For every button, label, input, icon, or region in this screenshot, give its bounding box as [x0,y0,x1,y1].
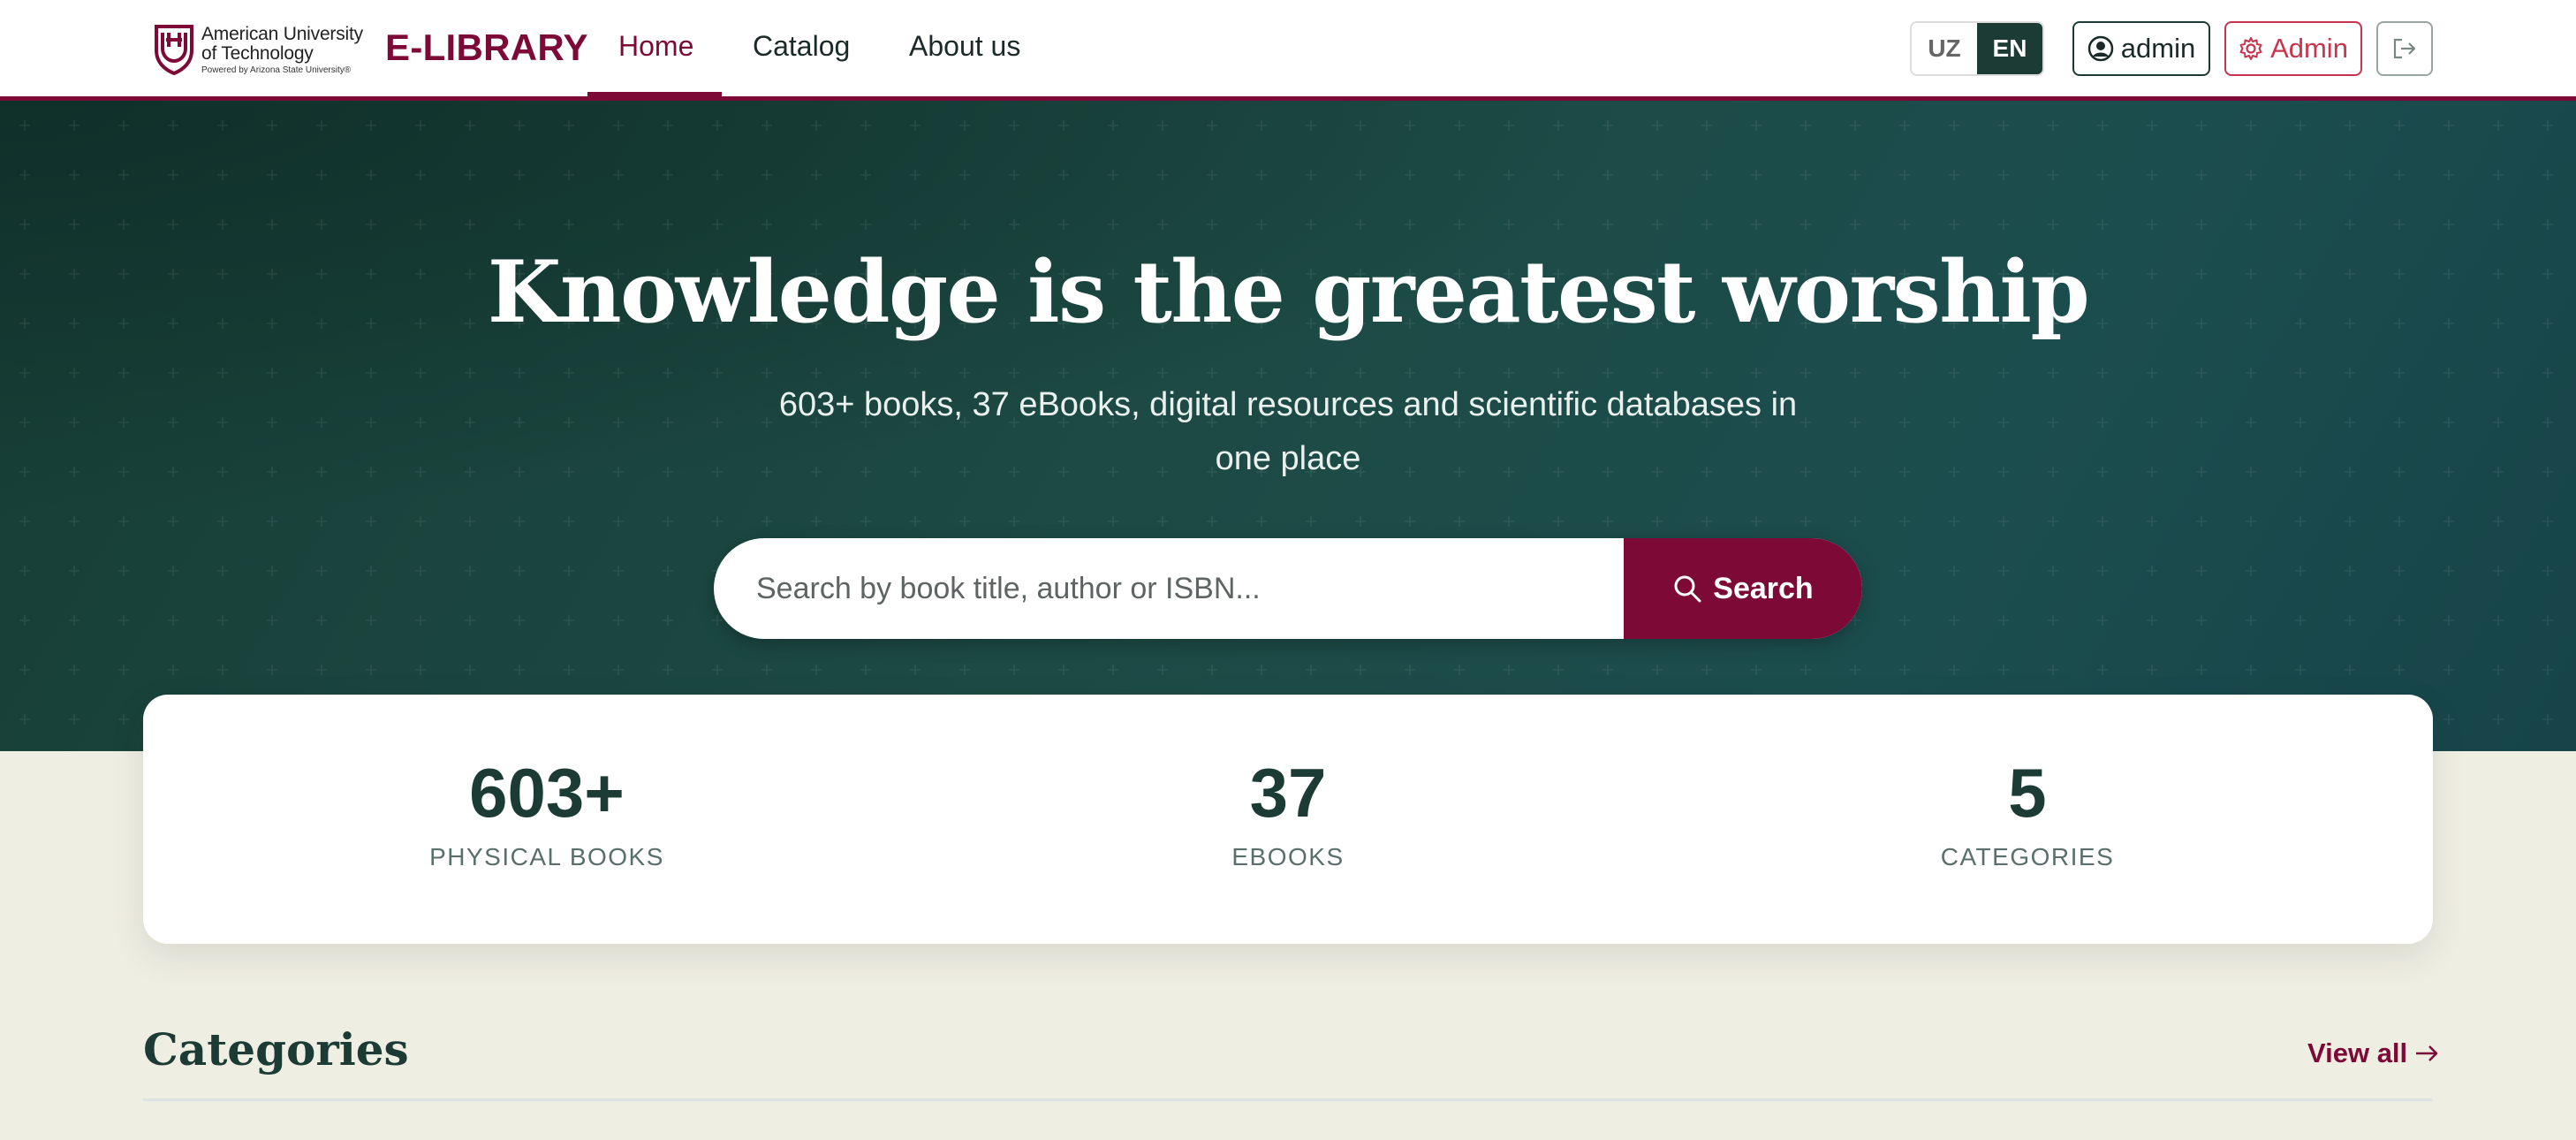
stats-card: 603+ PHYSICAL BOOKS 37 EBOOKS 5 CATEGORI… [143,695,2433,944]
stat-value: 603+ [469,754,625,832]
stat-physical-books: 603+ PHYSICAL BOOKS [282,695,812,871]
search-button-label: Search [1713,571,1814,605]
hero-section: Knowledge is the greatest worship 603+ b… [0,101,2576,751]
university-logo[interactable]: American University of Technology Powere… [154,23,363,76]
logo-line-2: of Technology [201,42,314,64]
view-all-label: View all [2307,1037,2408,1068]
search-input[interactable] [714,538,1624,639]
categories-divider [143,1098,2433,1101]
categories-title: Categories [143,1023,409,1075]
view-all-link[interactable]: View all [2307,1037,2439,1069]
nav-home[interactable]: Home [618,30,693,63]
hero-title: Knowledge is the greatest worship [487,242,2090,342]
nav-catalog[interactable]: Catalog [753,30,850,63]
lang-uz-button[interactable]: UZ [1912,23,1977,74]
logo-line-1: American University [201,23,363,44]
brand-title[interactable]: E-LIBRARY [385,27,588,69]
stat-label: CATEGORIES [1940,843,2115,870]
stat-value: 5 [2008,754,2047,832]
nav-active-indicator [587,92,722,99]
stat-ebooks: 37 EBOOKS [1023,695,1553,871]
admin-label: Admin [2270,33,2348,64]
search-bar: Search [714,538,1862,639]
user-name-label: admin [2120,33,2196,64]
university-logo-text: American University of Technology Powere… [201,25,363,75]
stat-label: EBOOKS [1231,843,1345,870]
university-logo-icon [155,25,193,75]
stat-categories: 5 CATEGORIES [1762,695,2292,871]
gear-icon [2239,37,2262,60]
logout-button[interactable] [2376,21,2433,76]
stat-value: 37 [1249,754,1327,832]
admin-panel-button[interactable]: Admin [2224,21,2362,76]
nav-about-us[interactable]: About us [909,30,1020,63]
stat-label: PHYSICAL BOOKS [429,843,664,870]
lang-en-button[interactable]: EN [1977,23,2042,74]
hero-subtitle: 603+ books, 37 eBooks, digital resources… [778,386,1798,477]
language-toggle: UZ EN [1910,21,2044,76]
user-profile-button[interactable]: admin [2072,21,2210,76]
top-navbar: American University of Technology Powere… [0,0,2576,101]
logo-line-3: Powered by Arizona State University® [201,65,352,75]
user-circle-icon [2087,35,2114,62]
logout-icon [2393,38,2416,59]
arrow-right-icon [2416,1045,2438,1061]
search-button[interactable]: Search [1624,538,1862,639]
search-icon [1674,575,1701,603]
